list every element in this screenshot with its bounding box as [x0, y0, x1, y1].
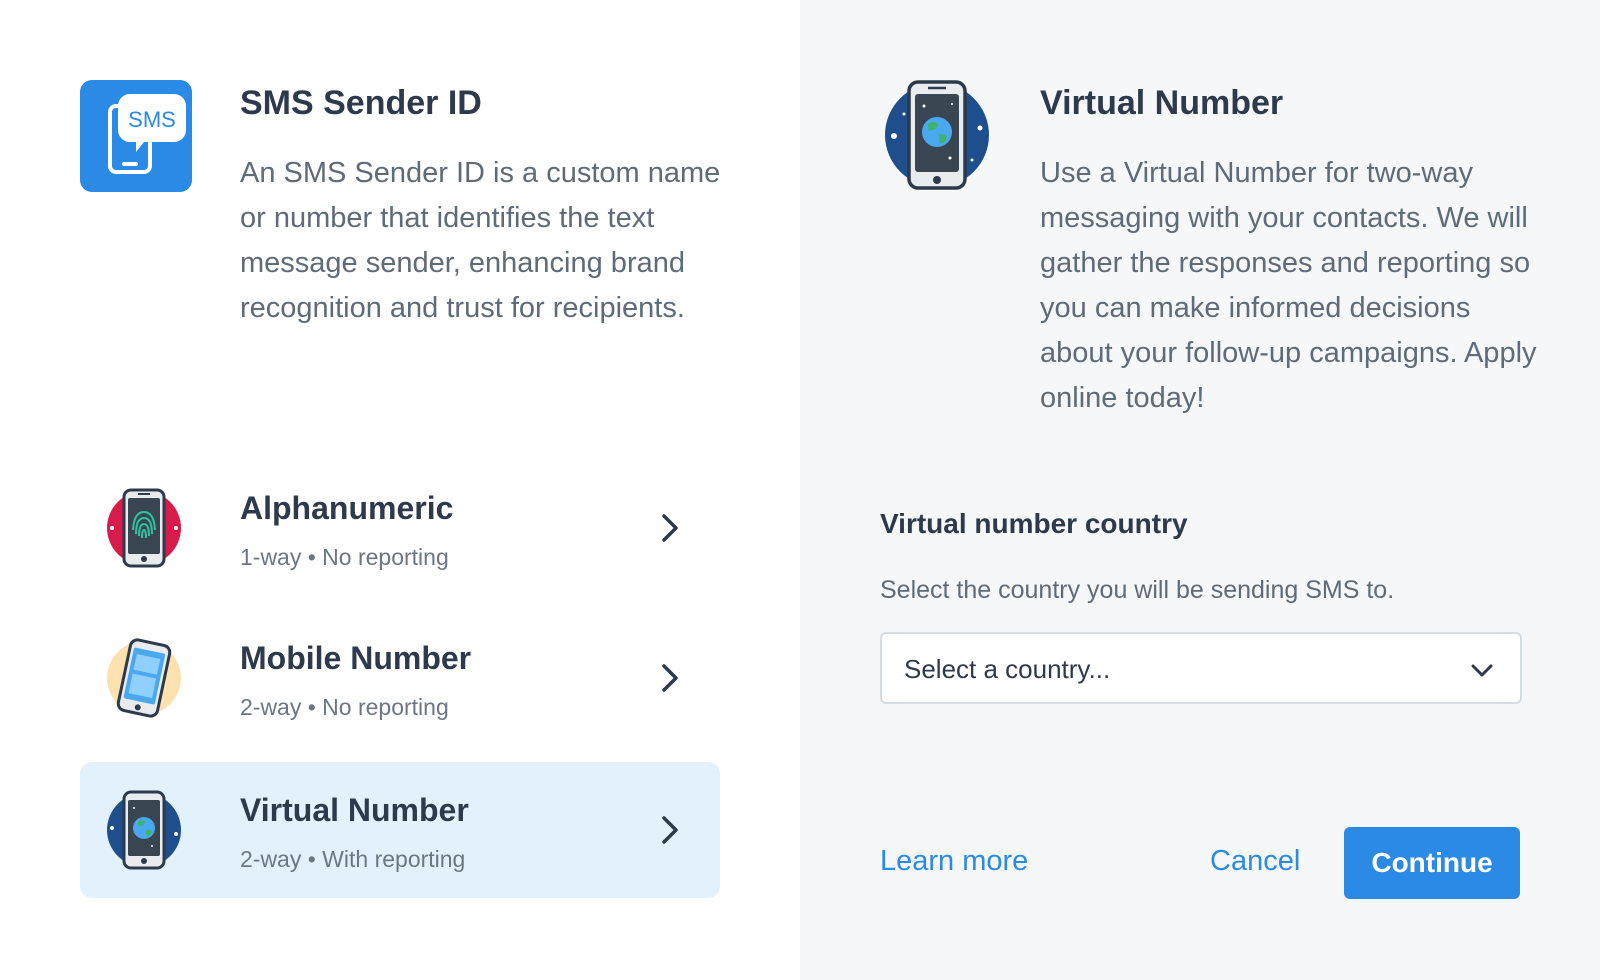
- detail-description: Use a Virtual Number for two-way messagi…: [1040, 157, 1537, 414]
- learn-more-link[interactable]: Learn more: [880, 845, 1028, 878]
- chevron-down-icon: [1468, 656, 1496, 684]
- option-mobile-number[interactable]: Mobile Number 2-way • No reporting: [80, 610, 720, 746]
- chevron-right-icon: [650, 508, 690, 548]
- option-virtual-number[interactable]: Virtual Number 2-way • With reporting: [80, 762, 720, 898]
- option-title: Alphanumeric: [240, 490, 454, 526]
- svg-text:SMS: SMS: [128, 107, 176, 132]
- option-title: Virtual Number: [240, 792, 469, 828]
- mobile-phone-icon: [104, 638, 184, 718]
- country-select-value: Select a country...: [904, 654, 1111, 684]
- option-subtitle: 1-way • No reporting: [240, 544, 449, 570]
- globe-phone-icon: [104, 790, 184, 870]
- country-field-label: Virtual number country: [880, 508, 1188, 539]
- cancel-button[interactable]: Cancel: [1210, 845, 1300, 878]
- country-field-help: Select the country you will be sending S…: [880, 576, 1395, 604]
- option-subtitle: 2-way • With reporting: [240, 846, 466, 872]
- chevron-right-icon: [650, 658, 690, 698]
- detail-title: Virtual Number: [1040, 84, 1284, 122]
- virtual-number-detail-panel: Virtual Number Use a Virtual Number for …: [800, 0, 1600, 980]
- chevron-right-icon: [650, 810, 690, 850]
- sender-type-panel: SMS SMS Sender ID An SMS Sender ID is a …: [0, 0, 800, 980]
- country-select[interactable]: Select a country...: [880, 632, 1522, 704]
- globe-phone-icon: [882, 80, 992, 190]
- option-subtitle: 2-way • No reporting: [240, 694, 449, 720]
- sms-badge-icon: SMS: [80, 80, 192, 192]
- continue-button[interactable]: Continue: [1344, 827, 1520, 899]
- fingerprint-phone-icon: [104, 488, 184, 568]
- option-alphanumeric[interactable]: Alphanumeric 1-way • No reporting: [80, 460, 720, 596]
- option-title: Mobile Number: [240, 640, 472, 676]
- sender-id-description: An SMS Sender ID is a custom name or num…: [240, 157, 721, 324]
- sender-id-title: SMS Sender ID: [240, 84, 482, 122]
